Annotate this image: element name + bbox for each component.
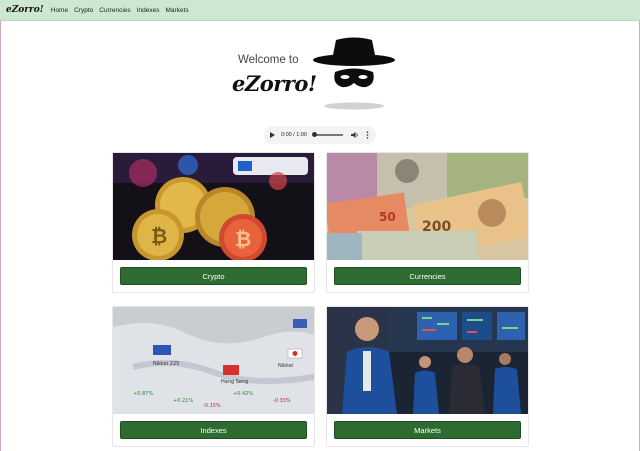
play-icon[interactable] xyxy=(270,132,275,138)
markets-image xyxy=(327,307,528,414)
currencies-button[interactable]: Currencies xyxy=(334,267,521,285)
nav-link-home[interactable]: Home xyxy=(51,7,68,14)
card-currencies: 200 50 Currencies xyxy=(326,152,529,293)
logo-text: eZorro! xyxy=(232,71,317,96)
nav-link-markets[interactable]: Markets xyxy=(165,7,188,14)
svg-text:₿: ₿ xyxy=(235,227,251,251)
crypto-button[interactable]: Crypto xyxy=(120,267,307,285)
svg-text:-0.15%: -0.15% xyxy=(203,403,221,409)
card-markets: Markets xyxy=(326,306,529,447)
card-indexes: Nikkei 225 Hang Seng Nikkei +0.87% +0.21… xyxy=(112,306,315,447)
svg-text:Nikkei 225: Nikkei 225 xyxy=(153,361,179,367)
indexes-button[interactable]: Indexes xyxy=(120,421,307,439)
navbar: eZorro! Home Crypto Currencies Indexes M… xyxy=(0,0,640,21)
crypto-image: ₿ ₿ xyxy=(113,153,314,260)
audio-player[interactable]: 0:00 / 1:00 xyxy=(264,126,376,144)
indexes-image: Nikkei 225 Hang Seng Nikkei +0.87% +0.21… xyxy=(113,307,314,414)
welcome-text: Welcome to xyxy=(238,54,299,66)
svg-text:+0.42%: +0.42% xyxy=(233,391,253,397)
zorro-mask-icon xyxy=(313,37,395,110)
more-options-icon[interactable] xyxy=(366,131,369,139)
brand-logo[interactable]: eZorro! xyxy=(6,5,44,15)
svg-text:+0.21%: +0.21% xyxy=(173,398,193,404)
svg-text:Nikkei: Nikkei xyxy=(278,363,293,369)
audio-time: 0:00 / 1:00 xyxy=(281,132,307,138)
nav-link-crypto[interactable]: Crypto xyxy=(74,7,93,14)
svg-text:-0.33%: -0.33% xyxy=(273,398,291,404)
currencies-image: 200 50 xyxy=(327,153,528,260)
card-crypto: ₿ ₿ Crypto xyxy=(112,152,315,293)
svg-text:50: 50 xyxy=(379,210,396,224)
svg-text:₿: ₿ xyxy=(151,224,167,248)
audio-seek-bar[interactable] xyxy=(312,132,343,137)
nav-link-indexes[interactable]: Indexes xyxy=(137,7,160,14)
markets-button[interactable]: Markets xyxy=(334,421,521,439)
svg-text:Hang Seng: Hang Seng xyxy=(221,379,248,385)
volume-icon[interactable] xyxy=(351,131,359,139)
svg-text:+0.87%: +0.87% xyxy=(133,391,153,397)
hero: Welcome to eZorro! xyxy=(0,21,640,125)
nav-link-currencies[interactable]: Currencies xyxy=(99,7,130,14)
